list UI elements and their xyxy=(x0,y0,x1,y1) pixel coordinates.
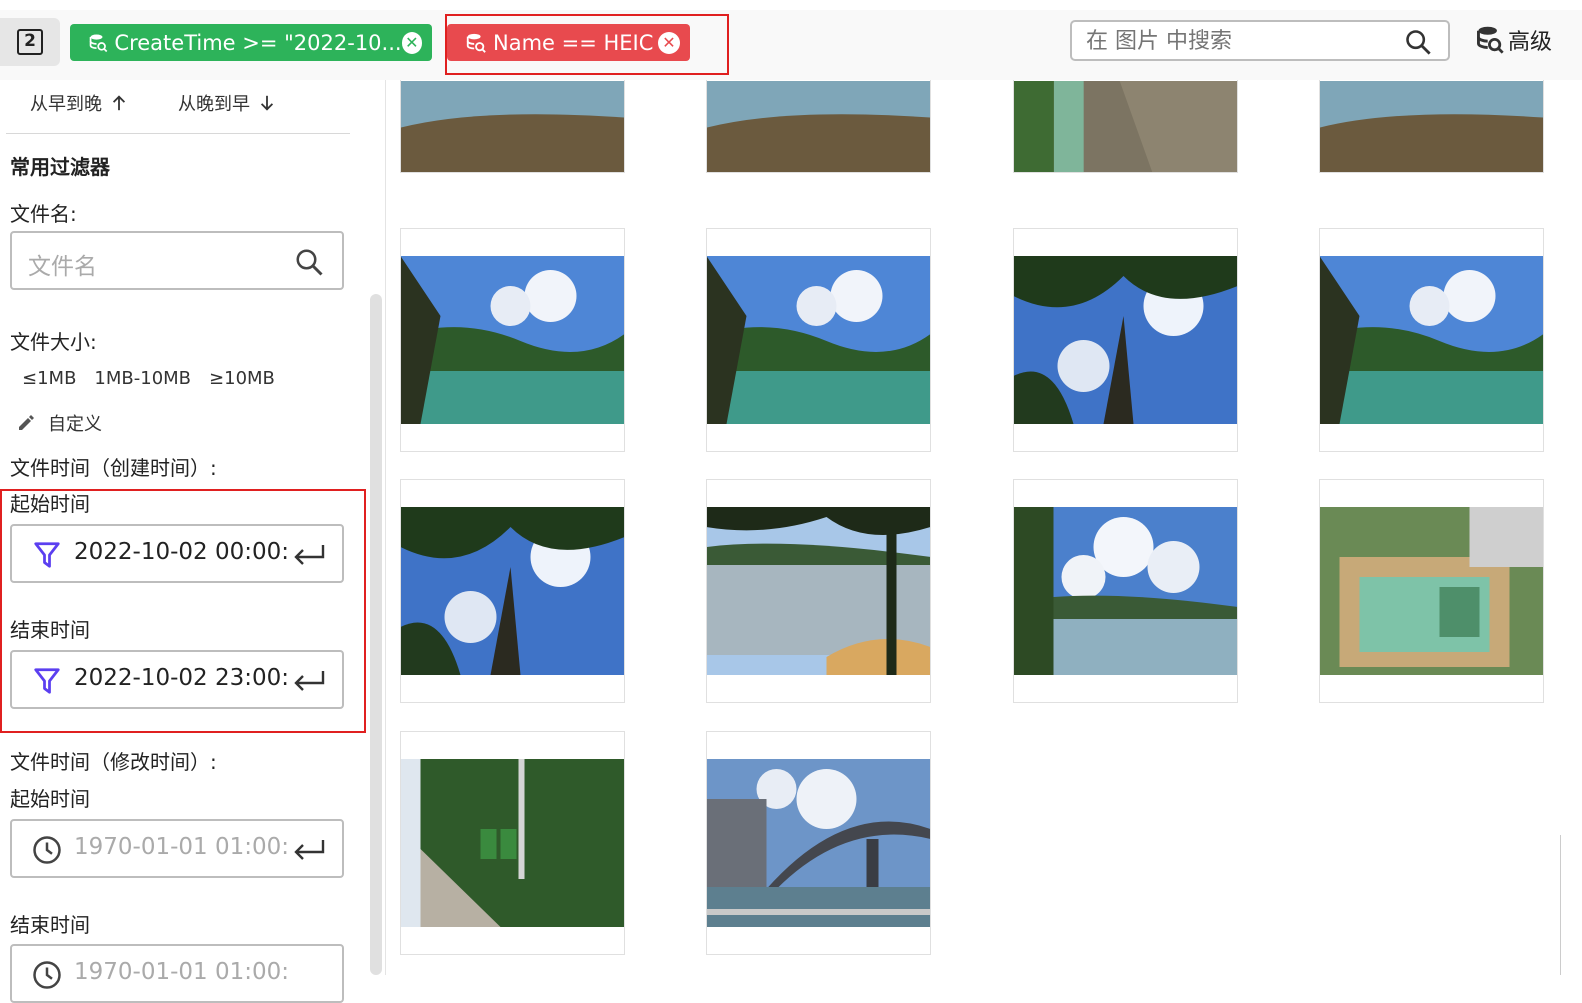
modified-start-field[interactable]: 1970-01-01 01:00:00 xyxy=(10,819,344,878)
top-strip xyxy=(0,0,1582,10)
custom-size-button[interactable]: 自定义 xyxy=(16,410,102,436)
filter-sidebar: 从早到晚 从晚到早 常用过滤器 文件名: 文件名 文件大小: ≤1MB 1MB-… xyxy=(0,80,386,1003)
highlight-box xyxy=(0,489,366,733)
remove-filter-icon[interactable]: ✕ xyxy=(401,31,422,54)
photo-card[interactable] xyxy=(400,80,625,173)
photo-card[interactable] xyxy=(1319,80,1544,173)
photo-thumbnail[interactable] xyxy=(1320,507,1543,675)
photo-card[interactable] xyxy=(706,80,931,173)
layout-count-icon: 2 xyxy=(17,29,43,55)
arrow-down-icon xyxy=(260,95,274,111)
grid-scrollbar[interactable] xyxy=(1560,835,1568,975)
modified-start-label: 起始时间 xyxy=(10,787,90,811)
filename-label: 文件名: xyxy=(10,202,77,226)
enter-icon[interactable] xyxy=(292,837,326,863)
photo-thumbnail[interactable] xyxy=(1320,256,1543,424)
filename-placeholder: 文件名 xyxy=(28,254,97,280)
modified-start-value[interactable]: 1970-01-01 01:00:00 xyxy=(74,834,288,860)
filter-chip-label: CreateTime >= "2022-10... xyxy=(114,30,402,55)
photo-thumbnail[interactable] xyxy=(401,81,624,172)
created-time-label: 文件时间（创建时间）: xyxy=(10,456,217,480)
photo-thumbnail[interactable] xyxy=(1014,81,1237,172)
photo-thumbnail[interactable] xyxy=(707,507,930,675)
photo-card[interactable] xyxy=(400,731,625,955)
search-input[interactable] xyxy=(1086,26,1386,56)
photo-card[interactable] xyxy=(1013,479,1238,703)
filename-field[interactable]: 文件名 xyxy=(10,231,344,290)
size-option-medium[interactable]: 1MB-10MB xyxy=(94,368,191,389)
pencil-icon xyxy=(19,415,34,430)
photo-card[interactable] xyxy=(706,731,931,955)
sort-asc-label: 从早到晚 xyxy=(30,94,102,115)
photo-thumbnail[interactable] xyxy=(707,256,930,424)
highlight-box xyxy=(445,14,729,75)
photo-thumbnail[interactable] xyxy=(401,759,624,927)
photo-thumbnail[interactable] xyxy=(1320,81,1543,172)
photo-thumbnail[interactable] xyxy=(707,81,930,172)
photo-card[interactable] xyxy=(1013,228,1238,452)
photo-grid xyxy=(386,80,1582,975)
filter-chip-createtime[interactable]: CreateTime >= "2022-10... ✕ xyxy=(70,24,432,61)
clock-icon xyxy=(33,961,61,989)
filesize-label: 文件大小: xyxy=(10,330,97,354)
modified-end-label: 结束时间 xyxy=(10,913,90,937)
modified-time-label: 文件时间（修改时间）: xyxy=(10,750,217,774)
database-search-icon xyxy=(89,33,108,52)
size-option-large[interactable]: ≥10MB xyxy=(209,368,275,389)
photo-card[interactable] xyxy=(706,228,931,452)
layout-toggle-button[interactable]: 2 xyxy=(0,18,60,66)
photo-thumbnail[interactable] xyxy=(1014,256,1237,424)
top-bar: 2 CreateTime >= "2022-10... ✕ Name == HE… xyxy=(0,0,1582,80)
photo-card[interactable] xyxy=(1319,479,1544,703)
search-box[interactable] xyxy=(1070,20,1450,61)
photo-card[interactable] xyxy=(400,479,625,703)
common-filters-title: 常用过滤器 xyxy=(10,155,110,179)
sidebar-scrollbar[interactable] xyxy=(370,294,382,975)
photo-card[interactable] xyxy=(400,228,625,452)
database-search-icon xyxy=(1477,26,1504,54)
divider xyxy=(6,133,350,134)
photo-card[interactable] xyxy=(1319,228,1544,452)
custom-label: 自定义 xyxy=(48,414,102,435)
advanced-label: 高级 xyxy=(1508,30,1553,55)
modified-end-field[interactable]: 1970-01-01 01:00:00 xyxy=(10,944,344,1003)
advanced-search-button[interactable]: 高级 xyxy=(1476,24,1552,56)
photo-thumbnail[interactable] xyxy=(401,507,624,675)
size-options: ≤1MB 1MB-10MB ≥10MB xyxy=(22,368,275,389)
modified-end-value[interactable]: 1970-01-01 01:00:00 xyxy=(74,959,288,985)
search-icon[interactable] xyxy=(1404,28,1432,56)
photo-thumbnail[interactable] xyxy=(707,759,930,927)
clock-icon xyxy=(33,836,61,864)
photo-thumbnail[interactable] xyxy=(1014,507,1237,675)
size-option-small[interactable]: ≤1MB xyxy=(22,368,76,389)
photo-thumbnail[interactable] xyxy=(401,256,624,424)
photo-card[interactable] xyxy=(706,479,931,703)
sort-descending-button[interactable]: 从晚到早 xyxy=(178,90,276,116)
search-icon[interactable] xyxy=(294,247,324,277)
photo-card[interactable] xyxy=(1013,80,1238,173)
sort-ascending-button[interactable]: 从早到晚 xyxy=(30,90,128,116)
sort-desc-label: 从晚到早 xyxy=(178,94,250,115)
arrow-up-icon xyxy=(112,95,126,111)
